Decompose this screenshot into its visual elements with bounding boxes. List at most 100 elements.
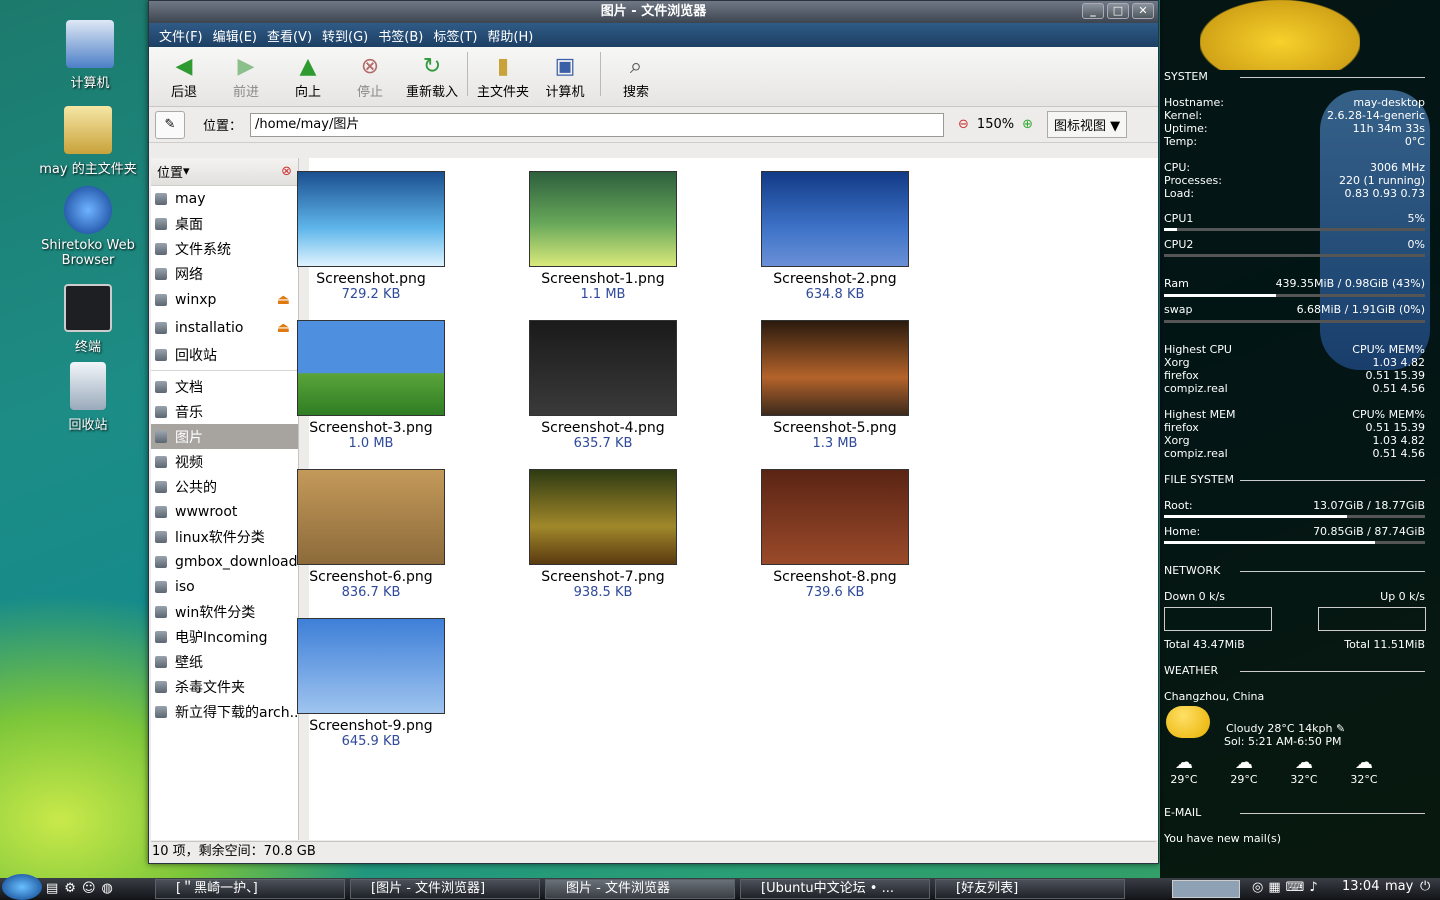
desktop-icon bbox=[155, 217, 167, 230]
search-button[interactable]: ⌕ 搜索 bbox=[605, 53, 667, 100]
volume-icon[interactable]: ♪ bbox=[1309, 880, 1317, 895]
bookmark-folder-icon bbox=[155, 680, 167, 693]
keyboard-icon[interactable]: ⌨ bbox=[1286, 880, 1305, 895]
chevron-down-icon: ▼ bbox=[1110, 119, 1121, 134]
show-desktop-icon[interactable]: ▤ bbox=[46, 881, 58, 896]
chat-icon[interactable]: ☺ bbox=[82, 881, 96, 896]
image-thumbnail bbox=[297, 171, 445, 267]
file-item[interactable]: Screenshot-4.png 635.7 KB bbox=[503, 320, 703, 451]
settings-icon[interactable]: ⚙ bbox=[64, 881, 76, 896]
title-bar[interactable]: 图片 - 文件浏览器 _ □ ✕ bbox=[149, 1, 1158, 23]
power-icon[interactable]: ⏻ bbox=[1420, 879, 1430, 894]
conky-process-row: firefox 0.51 15.39 bbox=[1164, 369, 1425, 382]
menu-edit[interactable]: 编辑(E) bbox=[213, 26, 257, 45]
minimize-button[interactable]: _ bbox=[1082, 3, 1104, 19]
file-item[interactable]: Screenshot.png 729.2 KB bbox=[271, 171, 471, 302]
conky-mail: You have new mail(s) bbox=[1164, 832, 1282, 845]
home-button[interactable]: ▮ 主文件夹 bbox=[472, 53, 534, 100]
task-buddies[interactable]: [好友列表] bbox=[935, 879, 1125, 899]
conky-net-speed: Down 0 k/s Up 0 k/s bbox=[1164, 590, 1425, 603]
tray-icons: ◎ ▦ ⌨ ♪ bbox=[1252, 880, 1318, 895]
home-folder-icon: ▮ bbox=[496, 54, 510, 79]
reload-button[interactable]: ↻ 重新载入 bbox=[401, 53, 463, 100]
up-button[interactable]: ▲ 向上 bbox=[277, 53, 339, 100]
desktop-icon-computer[interactable]: 计算机 bbox=[30, 20, 150, 91]
menu-bookmarks[interactable]: 书签(B) bbox=[378, 26, 423, 45]
task-files-1[interactable]: [图片 - 文件浏览器] bbox=[350, 879, 540, 899]
file-item[interactable]: Screenshot-1.png 1.1 MB bbox=[503, 171, 703, 302]
bookmark-folder-icon bbox=[155, 580, 167, 593]
file-item[interactable]: Screenshot-5.png 1.3 MB bbox=[735, 320, 935, 451]
cpu2-bar bbox=[1164, 254, 1425, 257]
forecast-day: ☁ 29°C bbox=[1164, 752, 1204, 786]
file-item[interactable]: Screenshot-8.png 739.6 KB bbox=[735, 469, 935, 600]
bookmark-folder-icon bbox=[155, 655, 167, 668]
bookmark-folder-icon bbox=[155, 430, 167, 443]
upload-graph bbox=[1318, 607, 1426, 631]
user-name[interactable]: may bbox=[1385, 879, 1413, 894]
conky-swap: swap 6.68MiB / 1.91GiB (0%) bbox=[1164, 303, 1425, 316]
network-icon[interactable]: ◎ bbox=[1252, 880, 1263, 895]
zoom-level: 150% bbox=[976, 117, 1015, 132]
desktop-icon-browser[interactable]: Shiretoko Web Browser bbox=[28, 186, 148, 268]
back-button[interactable]: ◀ 后退 bbox=[153, 53, 215, 100]
start-button[interactable] bbox=[2, 874, 42, 900]
section-system: SYSTEM bbox=[1164, 70, 1425, 83]
menu-view[interactable]: 查看(V) bbox=[267, 26, 312, 45]
browser-icon[interactable]: ◍ bbox=[102, 881, 113, 896]
search-icon: ⌕ bbox=[629, 54, 643, 79]
file-item[interactable]: Screenshot-2.png 634.8 KB bbox=[735, 171, 935, 302]
status-bar: 10 项，剩余空间：70.8 GB bbox=[151, 841, 1156, 861]
conky-net-total: Total 43.47MiB Total 11.51MiB bbox=[1164, 638, 1425, 651]
view-mode-select[interactable]: 图标视图 ▼ bbox=[1047, 111, 1128, 138]
bookmark-folder-icon bbox=[155, 630, 167, 643]
conky-root: Root: 13.07GiB / 18.77GiB bbox=[1164, 499, 1425, 512]
task-firefox[interactable]: [Ubuntu中文论坛 • ... bbox=[740, 879, 930, 899]
desktop-icon-trash[interactable]: 回收站 bbox=[28, 362, 148, 433]
task-files-2[interactable]: 图片 - 文件浏览器 bbox=[545, 879, 735, 899]
edit-location-button[interactable]: ✎ bbox=[155, 110, 185, 139]
stop-button[interactable]: ⊗ 停止 bbox=[339, 53, 401, 100]
clock[interactable]: 13:04 bbox=[1342, 879, 1379, 894]
conky-uptime: Uptime: 11h 34m 33s bbox=[1164, 122, 1425, 135]
computer-button[interactable]: ▣ 计算机 bbox=[534, 53, 596, 100]
desktop-icon-home[interactable]: may 的主文件夹 bbox=[28, 106, 148, 177]
cpu1-bar bbox=[1164, 228, 1425, 231]
zoom-out-icon[interactable]: ⊖ bbox=[958, 117, 969, 132]
rain-cloud-icon: ☁ bbox=[1175, 752, 1193, 773]
menu-tabs[interactable]: 标签(T) bbox=[433, 26, 477, 45]
file-item[interactable]: Screenshot-6.png 836.7 KB bbox=[271, 469, 471, 600]
rain-cloud-icon: ☁ bbox=[1235, 752, 1253, 773]
rain-cloud-icon: ☁ bbox=[1355, 752, 1373, 773]
close-button[interactable]: ✕ bbox=[1132, 3, 1154, 19]
location-input[interactable]: /home/may/图片 bbox=[250, 112, 945, 137]
desktop-icon-terminal[interactable]: 终端 bbox=[28, 284, 148, 355]
conky-processes: Processes: 220 (1 running) bbox=[1164, 174, 1425, 187]
conky-cpu2: CPU2 0% bbox=[1164, 238, 1425, 251]
conky-process-row: Xorg 1.03 4.82 bbox=[1164, 356, 1425, 369]
conky-ram: Ram 439.35MiB / 0.98GiB (43%) bbox=[1164, 277, 1425, 290]
ram-bar bbox=[1164, 294, 1425, 297]
maximize-button[interactable]: □ bbox=[1107, 3, 1129, 19]
task-chat[interactable]: [＂黑崎一护、] bbox=[155, 879, 345, 899]
file-item[interactable]: Screenshot-7.png 938.5 KB bbox=[503, 469, 703, 600]
arrow-up-icon: ▲ bbox=[299, 54, 317, 79]
conky-load: Load: 0.83 0.93 0.73 bbox=[1164, 187, 1425, 200]
menu-bar: 文件(F) 编辑(E) 查看(V) 转到(G) 书签(B) 标签(T) 帮助(H… bbox=[149, 23, 1158, 47]
conky-hostname: Hostname: may-desktop bbox=[1164, 96, 1425, 109]
pencil-icon: ✎ bbox=[1335, 722, 1346, 735]
toolbar-separator bbox=[467, 52, 468, 96]
image-thumbnail bbox=[297, 469, 445, 565]
conky-city: Changzhou, China bbox=[1164, 690, 1265, 703]
root-bar bbox=[1164, 515, 1425, 518]
file-item[interactable]: Screenshot-9.png 645.9 KB bbox=[271, 618, 471, 749]
zoom-in-icon[interactable]: ⊕ bbox=[1022, 117, 1033, 132]
icon-view[interactable]: Screenshot.png 729.2 KB Screenshot-1.png 1.… bbox=[297, 158, 1158, 840]
menu-help[interactable]: 帮助(H) bbox=[487, 26, 533, 45]
forward-button[interactable]: ▶ 前进 bbox=[215, 53, 277, 100]
clipboard-icon[interactable]: ▦ bbox=[1268, 880, 1280, 895]
menu-go[interactable]: 转到(G) bbox=[322, 26, 368, 45]
file-item[interactable]: Screenshot-3.png 1.0 MB bbox=[271, 320, 471, 451]
menu-file[interactable]: 文件(F) bbox=[159, 26, 203, 45]
workspace-switcher[interactable] bbox=[1172, 880, 1240, 898]
